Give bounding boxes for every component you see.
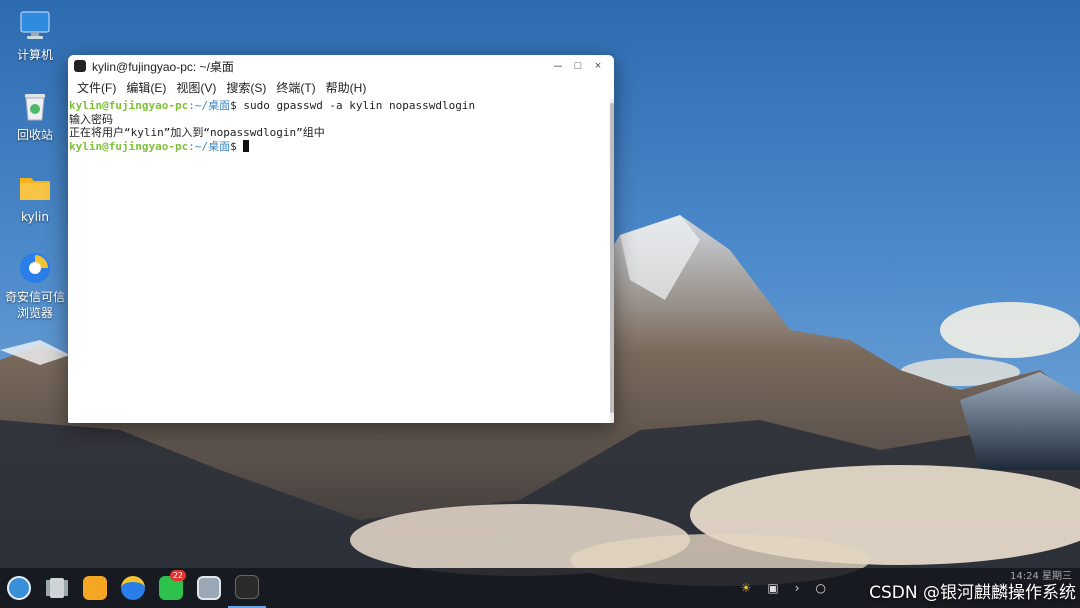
terminal-window[interactable]: kylin@fujingyao-pc: ~/桌面 － □ × 文件(F) 编辑(… [68, 55, 614, 423]
multitask-view-icon [50, 578, 64, 598]
desktop-icon-trash[interactable]: 回收站 [4, 88, 66, 143]
start-menu-icon [7, 576, 31, 600]
desktop-icon-label: 回收站 [16, 128, 53, 142]
menu-terminal[interactable]: 终端(T) [271, 79, 320, 96]
desktop-icon-kylin-folder[interactable]: kylin [4, 170, 66, 225]
taskbar-browser[interactable] [114, 568, 152, 608]
maximize-button[interactable]: □ [568, 60, 588, 72]
tray-expand-icon[interactable]: › [795, 581, 800, 595]
terminal-line: 正在将用户“kylin”加入到“nopasswdlogin”组中 [69, 126, 325, 139]
csdn-watermark: CSDN @银河麒麟操作系统 [869, 583, 1076, 603]
display-icon[interactable]: ▣ [767, 581, 778, 595]
taskbar-terminal[interactable] [228, 568, 266, 608]
taskbar-file-manager[interactable] [76, 568, 114, 608]
window-title: kylin@fujingyao-pc: ~/桌面 [92, 59, 234, 74]
image-viewer-icon [197, 576, 221, 600]
minimize-button[interactable]: － [548, 58, 568, 74]
desktop-icon-computer[interactable]: 计算机 [4, 8, 66, 63]
menu-view[interactable]: 视图(V) [171, 79, 221, 96]
text-cursor [243, 139, 250, 152]
file-manager-icon [83, 576, 107, 600]
prompt-path: :~/桌面 [188, 99, 231, 112]
prompt-user: kylin@fujingyao-pc [69, 139, 189, 153]
terminal-line: kylin@fujingyao-pc:~/桌面$ sudo gpasswd -a… [69, 99, 614, 113]
terminal-output[interactable]: kylin@fujingyao-pc:~/桌面$ sudo gpasswd -a… [68, 99, 614, 423]
notification-badge: 22 [169, 570, 186, 581]
browser-icon [121, 576, 145, 600]
desktop-icon-browser[interactable]: 奇安信可信 浏览器 [4, 250, 66, 321]
terminal-app-icon [74, 60, 86, 72]
menu-edit[interactable]: 编辑(E) [121, 79, 171, 96]
terminal-line: 输入密码 [69, 112, 113, 126]
command-text: sudo gpasswd -a kylin nopasswdlogin [243, 99, 476, 112]
taskbar-wechat[interactable]: 22 [152, 568, 190, 608]
menu-file[interactable]: 文件(F) [72, 79, 121, 96]
terminal-icon [235, 575, 259, 599]
terminal-line: kylin@fujingyao-pc:~/桌面$ [69, 139, 614, 154]
desktop-icon-label: 计算机 [16, 48, 53, 62]
trash-icon [17, 88, 53, 124]
taskbar-image-viewer[interactable] [190, 568, 228, 608]
computer-icon [17, 8, 53, 44]
desktop-icon-label: kylin [21, 210, 49, 224]
browser-icon [17, 250, 53, 286]
desktop-icon-label: 奇安信可信 [4, 290, 65, 304]
menu-search[interactable]: 搜索(S) [221, 79, 271, 96]
prompt-path: :~/桌面 [188, 139, 231, 153]
menu-help[interactable]: 帮助(H) [321, 79, 372, 96]
prompt-user: kylin@fujingyao-pc [69, 99, 189, 112]
taskbar-multitask-button[interactable] [38, 568, 76, 608]
brightness-icon[interactable]: ☀ [741, 581, 752, 595]
window-titlebar[interactable]: kylin@fujingyao-pc: ~/桌面 － □ × [68, 55, 614, 77]
close-button[interactable]: × [588, 60, 608, 72]
prompt-suffix: $ [230, 99, 244, 112]
scrollbar-thumb[interactable] [610, 103, 614, 413]
folder-icon [17, 170, 53, 206]
prompt-suffix: $ [230, 139, 244, 153]
menubar: 文件(F) 编辑(E) 视图(V) 搜索(S) 终端(T) 帮助(H) [68, 77, 614, 98]
desktop-icon-label-line2: 浏览器 [16, 306, 53, 320]
search-icon[interactable]: ○ [816, 581, 826, 595]
taskbar-start-button[interactable] [0, 568, 38, 608]
